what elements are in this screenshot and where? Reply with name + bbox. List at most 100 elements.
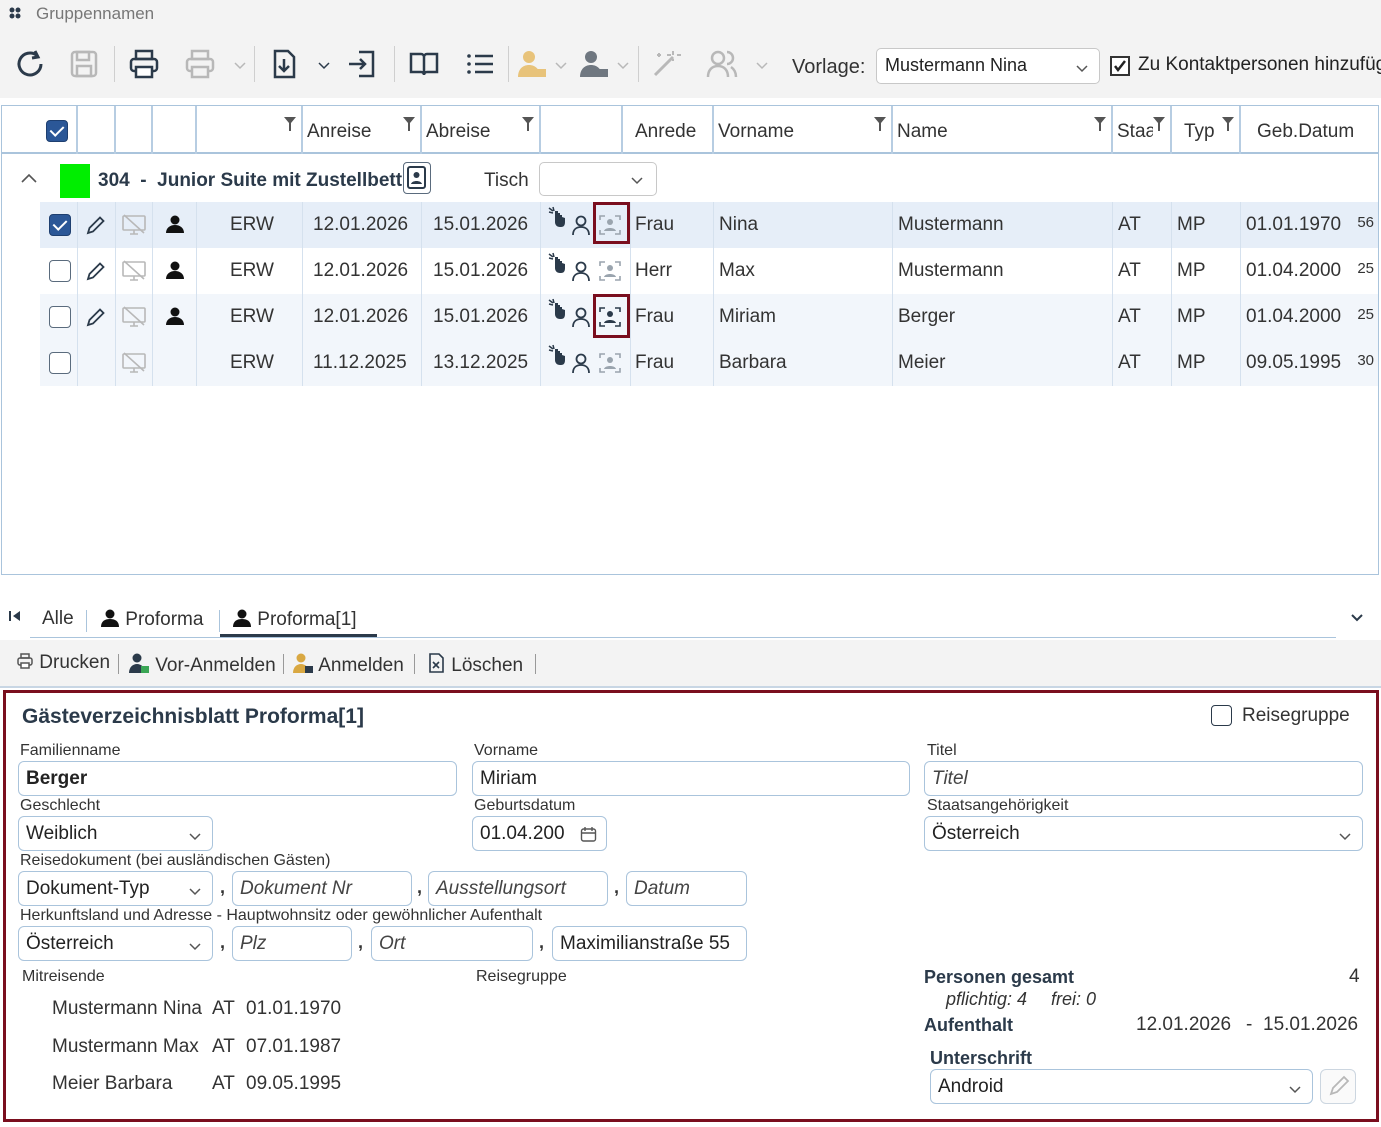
sign-button[interactable] bbox=[1320, 1069, 1356, 1104]
header-name[interactable]: Name bbox=[893, 106, 1113, 154]
header-abreise[interactable]: Abreise bbox=[422, 106, 541, 154]
ausstellungsort-input[interactable]: Ausstellungsort bbox=[428, 871, 608, 906]
dokument-typ-select[interactable]: Dokument-Typ bbox=[18, 871, 213, 906]
filter-icon[interactable] bbox=[1093, 116, 1107, 132]
datum-input[interactable]: Datum bbox=[626, 871, 747, 906]
filter-icon[interactable] bbox=[402, 116, 416, 132]
header-category[interactable] bbox=[197, 106, 303, 154]
row-edit-cell[interactable] bbox=[78, 202, 116, 248]
print-dropdown-caret[interactable] bbox=[233, 58, 247, 72]
strasse-input[interactable]: Maximilianstraße 55 bbox=[552, 926, 747, 961]
row-select-cell[interactable] bbox=[40, 294, 78, 340]
print-options-button[interactable] bbox=[180, 44, 220, 84]
row-edit-cell[interactable] bbox=[78, 340, 116, 386]
header-person bbox=[153, 106, 197, 154]
import-dropdown-caret[interactable] bbox=[317, 58, 331, 72]
guest-settings-button[interactable] bbox=[574, 44, 614, 84]
print-button[interactable] bbox=[124, 44, 164, 84]
chevron-down-icon[interactable] bbox=[1350, 612, 1364, 624]
filter-icon[interactable] bbox=[1221, 116, 1235, 132]
vorname-input[interactable]: Miriam bbox=[472, 761, 910, 796]
header-staat[interactable]: Staatsangehörigkeit bbox=[1113, 106, 1172, 154]
guest-settings-dropdown-caret[interactable] bbox=[616, 58, 630, 72]
loeschen-button[interactable]: Löschen bbox=[426, 652, 523, 677]
row-checkbox[interactable] bbox=[49, 214, 71, 236]
user-outline-icon[interactable] bbox=[570, 306, 592, 328]
calendar-icon[interactable] bbox=[580, 826, 597, 843]
filter-icon[interactable] bbox=[873, 116, 887, 132]
titel-input[interactable]: Titel bbox=[924, 761, 1363, 796]
vor-anmelden-button[interactable]: Vor-Anmelden bbox=[128, 652, 276, 677]
tab-proforma1[interactable]: Proforma[1] bbox=[232, 608, 357, 631]
row-checkbox[interactable] bbox=[49, 306, 71, 328]
familienname-input[interactable]: Berger bbox=[18, 761, 457, 796]
tisch-select[interactable] bbox=[539, 162, 657, 196]
refresh-button[interactable] bbox=[10, 44, 50, 84]
geschlecht-select[interactable]: Weiblich bbox=[18, 816, 213, 851]
table-row[interactable]: ERW 12.01.2026 15.01.2026 Frau Miriam Berger A… bbox=[40, 294, 1378, 340]
tab-proforma[interactable]: Proforma bbox=[100, 608, 203, 631]
row-edit-cell[interactable] bbox=[78, 294, 116, 340]
row-select-cell[interactable] bbox=[40, 202, 78, 248]
face-scan-icon[interactable] bbox=[598, 260, 622, 282]
hand-pointer-icon[interactable] bbox=[547, 206, 567, 228]
anmelden-button[interactable]: Anmelden bbox=[292, 652, 404, 677]
table-row[interactable]: ERW 12.01.2026 15.01.2026 Herr Max Mustermann… bbox=[40, 248, 1378, 294]
row-select-cell[interactable] bbox=[40, 340, 78, 386]
face-scan-icon[interactable] bbox=[598, 352, 622, 374]
user-outline-icon[interactable] bbox=[570, 214, 592, 236]
kontakt-checkbox[interactable] bbox=[1110, 56, 1130, 76]
header-anrede[interactable]: Anrede bbox=[623, 106, 714, 154]
header-anreise[interactable]: Anreise bbox=[303, 106, 422, 154]
import-button[interactable] bbox=[264, 44, 304, 84]
header-vorname[interactable]: Vorname bbox=[714, 106, 893, 154]
chevron-down-icon bbox=[631, 177, 643, 185]
dokument-nr-input[interactable]: Dokument Nr bbox=[232, 871, 412, 906]
export-button[interactable] bbox=[342, 44, 382, 84]
select-all-checkbox[interactable] bbox=[46, 120, 68, 142]
pencil-icon[interactable] bbox=[84, 259, 108, 283]
room-card-button[interactable] bbox=[403, 162, 431, 194]
table-row[interactable]: ERW 11.12.2025 13.12.2025 Frau Barbara Meier A… bbox=[40, 340, 1378, 386]
row-edit-cell[interactable] bbox=[78, 248, 116, 294]
hand-pointer-icon[interactable] bbox=[547, 298, 567, 320]
header-typ[interactable]: Typ bbox=[1172, 106, 1241, 154]
list-button[interactable] bbox=[460, 44, 500, 84]
chevron-up-icon[interactable] bbox=[20, 172, 38, 184]
guest-checkin-button[interactable] bbox=[512, 44, 552, 84]
magic-wand-button[interactable] bbox=[646, 44, 686, 84]
geburtsdatum-input[interactable]: 01.04.200 bbox=[472, 816, 607, 851]
plz-input[interactable]: Plz bbox=[232, 926, 352, 961]
unterschrift-select[interactable]: Android bbox=[930, 1069, 1313, 1104]
field-separator: , bbox=[358, 932, 364, 952]
ort-input[interactable]: Ort bbox=[371, 926, 533, 961]
table-row[interactable]: ERW 12.01.2026 15.01.2026 Frau Nina Musterman… bbox=[40, 202, 1378, 248]
tisch-label: Tisch bbox=[484, 170, 529, 191]
save-button[interactable] bbox=[64, 44, 104, 84]
header-staat-label: Staatsangehörigkeit bbox=[1117, 121, 1153, 142]
header-gebdatum[interactable]: Geb.Datum bbox=[1241, 106, 1378, 154]
filter-icon[interactable] bbox=[1152, 116, 1166, 132]
contacts-dropdown-caret[interactable] bbox=[755, 58, 769, 72]
vorlage-select[interactable]: Mustermann Nina bbox=[876, 48, 1100, 84]
hand-pointer-icon[interactable] bbox=[547, 252, 567, 274]
pencil-icon[interactable] bbox=[84, 213, 108, 237]
row-select-cell[interactable] bbox=[40, 248, 78, 294]
hand-pointer-icon[interactable] bbox=[547, 344, 567, 366]
contacts-button[interactable] bbox=[702, 44, 742, 84]
pencil-icon[interactable] bbox=[84, 305, 108, 329]
book-button[interactable] bbox=[404, 44, 444, 84]
filter-icon[interactable] bbox=[283, 116, 297, 132]
guest-checkin-dropdown-caret[interactable] bbox=[554, 58, 568, 72]
user-outline-icon[interactable] bbox=[570, 352, 592, 374]
herkunftsland-select[interactable]: Österreich bbox=[18, 926, 213, 961]
staat-select[interactable]: Österreich bbox=[924, 816, 1363, 851]
reisegruppe-checkbox[interactable] bbox=[1211, 705, 1232, 726]
collapse-left-icon[interactable] bbox=[8, 610, 22, 622]
tab-alle[interactable]: Alle bbox=[42, 608, 74, 630]
user-outline-icon[interactable] bbox=[570, 260, 592, 282]
drucken-button[interactable]: Drucken bbox=[16, 652, 110, 674]
filter-icon[interactable] bbox=[521, 116, 535, 132]
row-checkbox[interactable] bbox=[49, 352, 71, 374]
row-checkbox[interactable] bbox=[49, 260, 71, 282]
